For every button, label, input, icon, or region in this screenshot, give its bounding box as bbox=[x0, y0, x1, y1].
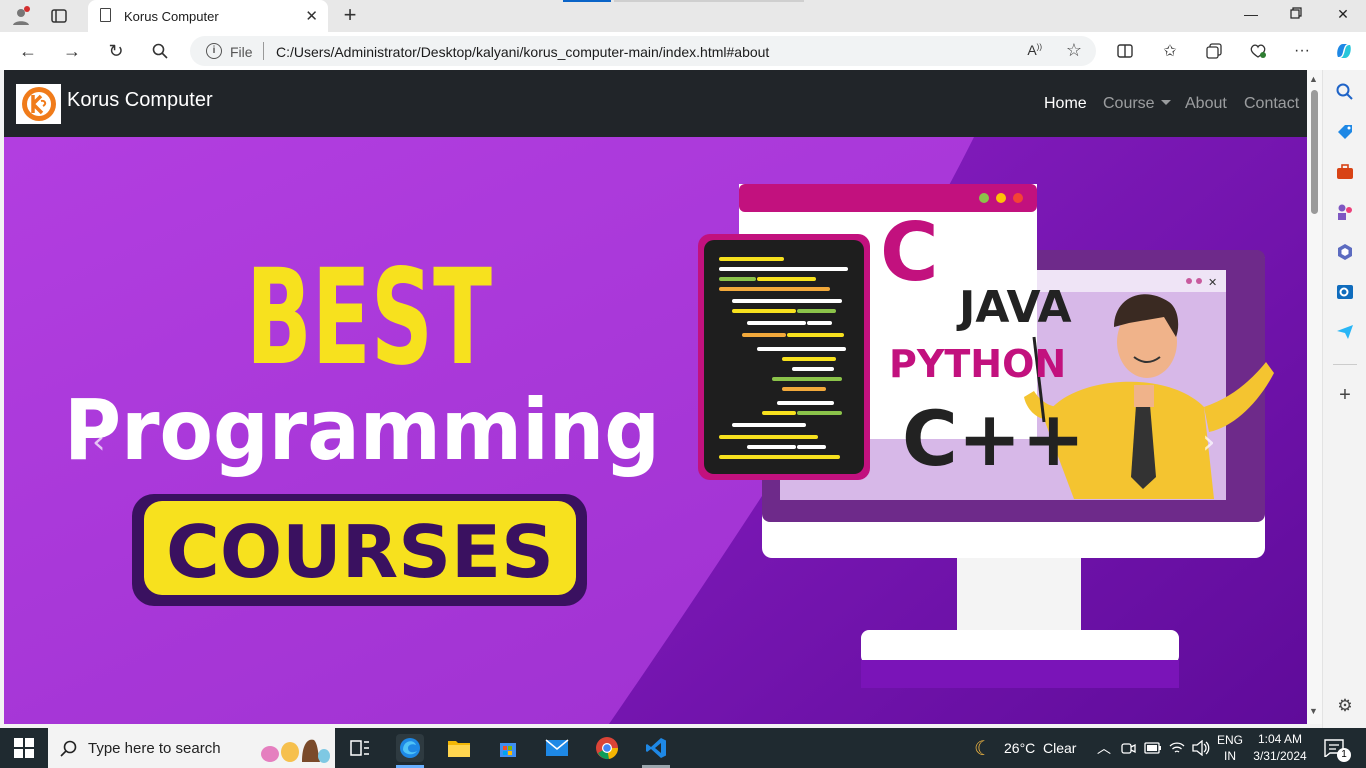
close-window-icon[interactable]: ✕ bbox=[1333, 6, 1353, 26]
page-viewport: Korus Computer Home Course About Contact… bbox=[4, 70, 1307, 724]
meet-now-icon[interactable] bbox=[1120, 740, 1136, 756]
taskbar-search-placeholder: Type here to search bbox=[88, 740, 221, 757]
tab-loading-indicator bbox=[563, 0, 611, 2]
banner-lang-c: C bbox=[880, 206, 939, 299]
microsoft-store-icon[interactable] bbox=[494, 734, 522, 762]
banner-line2: Programming bbox=[64, 381, 660, 479]
scroll-down-icon[interactable]: ▼ bbox=[1309, 706, 1318, 716]
mail-icon[interactable] bbox=[543, 734, 571, 762]
taskbar-edge-icon[interactable] bbox=[396, 734, 424, 762]
back-icon[interactable]: ← bbox=[16, 39, 40, 63]
new-tab-button[interactable]: + bbox=[338, 4, 362, 28]
tab-actions-icon[interactable] bbox=[48, 5, 70, 27]
easter-eggs-icon bbox=[261, 739, 330, 763]
carousel-next-icon[interactable]: › bbox=[1202, 422, 1216, 462]
nav-contact-link[interactable]: Contact bbox=[1244, 95, 1299, 113]
language-code[interactable]: ENG bbox=[1216, 733, 1244, 747]
nav-home-link[interactable]: Home bbox=[1044, 95, 1087, 113]
volume-icon[interactable] bbox=[1192, 740, 1210, 756]
brand-logo[interactable] bbox=[16, 84, 61, 124]
banner-lang-java: JAVA bbox=[956, 282, 1072, 333]
sidebar-search-icon[interactable] bbox=[1335, 82, 1355, 102]
banner-lang-cpp: C++ bbox=[902, 394, 1085, 483]
hero-carousel: ✕ BEST Programming COURSES C JAVA PYTHON… bbox=[4, 137, 1307, 724]
banner-line1: BEST bbox=[246, 241, 492, 395]
battery-icon[interactable] bbox=[1144, 741, 1162, 755]
search-icon[interactable] bbox=[148, 39, 172, 63]
more-menu-icon[interactable]: ··· bbox=[1291, 40, 1313, 62]
sidebar-microsoft365-icon[interactable] bbox=[1335, 242, 1355, 262]
nav-course-dropdown[interactable]: Course bbox=[1103, 95, 1171, 113]
vscode-icon[interactable] bbox=[642, 734, 670, 762]
profile-icon[interactable] bbox=[10, 5, 32, 27]
tray-overflow-icon[interactable]: ︿ bbox=[1097, 738, 1111, 758]
close-tab-icon[interactable]: ✕ bbox=[305, 7, 318, 25]
favorites-icon[interactable]: ✩ bbox=[1159, 40, 1181, 62]
page-scrollbar[interactable]: ▲ ▼ bbox=[1307, 70, 1322, 724]
forward-icon[interactable]: → bbox=[60, 39, 84, 63]
task-view-icon[interactable] bbox=[346, 734, 374, 762]
address-scheme: File bbox=[230, 44, 253, 60]
sidebar-add-icon[interactable]: + bbox=[1335, 385, 1355, 406]
file-explorer-icon[interactable] bbox=[445, 734, 473, 762]
address-bar[interactable]: i File C:/Users/Administrator/Desktop/ka… bbox=[190, 36, 1096, 66]
sidebar-divider bbox=[1333, 364, 1357, 365]
sidebar-drop-icon[interactable] bbox=[1335, 322, 1355, 342]
sidebar-outlook-icon[interactable] bbox=[1335, 282, 1355, 302]
tab-strip-divider bbox=[614, 0, 804, 2]
split-screen-icon[interactable] bbox=[1114, 40, 1136, 62]
chrome-icon[interactable] bbox=[593, 734, 621, 762]
carousel-prev-icon[interactable]: ‹ bbox=[92, 422, 106, 462]
banner-line3: COURSES bbox=[166, 510, 554, 594]
sidebar-settings-icon[interactable]: ⚙ bbox=[1335, 696, 1355, 716]
weather-temp[interactable]: 26°C bbox=[1004, 740, 1035, 756]
collections-icon[interactable] bbox=[1203, 40, 1225, 62]
scroll-thumb[interactable] bbox=[1311, 90, 1318, 214]
taskbar-search-icon bbox=[60, 740, 77, 757]
edge-sidebar: + ⚙ bbox=[1322, 70, 1366, 728]
clock-date[interactable]: 3/31/2024 bbox=[1248, 749, 1312, 763]
sidebar-shopping-icon[interactable] bbox=[1335, 122, 1355, 142]
weather-desc[interactable]: Clear bbox=[1043, 740, 1076, 756]
language-region[interactable]: IN bbox=[1216, 749, 1244, 763]
clock-time[interactable]: 1:04 AM bbox=[1248, 732, 1312, 746]
read-aloud-icon[interactable]: A)) bbox=[1027, 42, 1042, 58]
copilot-icon[interactable] bbox=[1333, 40, 1355, 62]
refresh-icon[interactable]: ↻ bbox=[104, 39, 128, 63]
banner-artwork: ✕ BEST Programming COURSES C JAVA PYTHON… bbox=[4, 137, 1307, 724]
site-info-icon[interactable]: i bbox=[206, 43, 222, 59]
tab-title: Korus Computer bbox=[124, 9, 219, 24]
scroll-up-icon[interactable]: ▲ bbox=[1309, 74, 1318, 84]
banner-lang-python: PYTHON bbox=[889, 342, 1066, 386]
document-icon bbox=[100, 8, 111, 22]
sidebar-games-icon[interactable] bbox=[1335, 202, 1355, 222]
tab-korus-computer[interactable]: Korus Computer ✕ bbox=[88, 0, 328, 32]
nav-course-label: Course bbox=[1103, 95, 1155, 112]
svg-text:✕: ✕ bbox=[1208, 276, 1217, 289]
restore-icon[interactable] bbox=[1286, 6, 1306, 26]
brand-name[interactable]: Korus Computer bbox=[67, 89, 213, 112]
browser-toolbar: ← → ↻ i File C:/Users/Administrator/Desk… bbox=[0, 32, 1366, 70]
address-separator bbox=[263, 42, 264, 60]
wifi-icon[interactable] bbox=[1169, 740, 1185, 756]
address-url[interactable]: C:/Users/Administrator/Desktop/kalyani/k… bbox=[276, 44, 769, 60]
nav-about-link[interactable]: About bbox=[1185, 95, 1227, 113]
notification-count-badge: 1 bbox=[1337, 748, 1351, 762]
weather-moon-icon[interactable]: ☾ bbox=[974, 736, 992, 761]
taskbar-search-box[interactable]: Type here to search bbox=[48, 728, 335, 768]
browser-title-bar: Korus Computer ✕ + — ✕ bbox=[0, 0, 1366, 32]
sidebar-tools-icon[interactable] bbox=[1335, 162, 1355, 182]
dropdown-caret-icon bbox=[1160, 100, 1171, 105]
browser-essentials-icon[interactable] bbox=[1247, 40, 1269, 62]
site-navbar: Korus Computer Home Course About Contact bbox=[4, 70, 1307, 137]
windows-start-icon[interactable] bbox=[14, 738, 34, 763]
minimize-icon[interactable]: — bbox=[1241, 6, 1261, 26]
windows-taskbar: Type here to search ☾ 26°C Clear ︿ ENG I… bbox=[0, 728, 1366, 768]
favorite-star-icon[interactable]: ☆ bbox=[1066, 40, 1082, 61]
